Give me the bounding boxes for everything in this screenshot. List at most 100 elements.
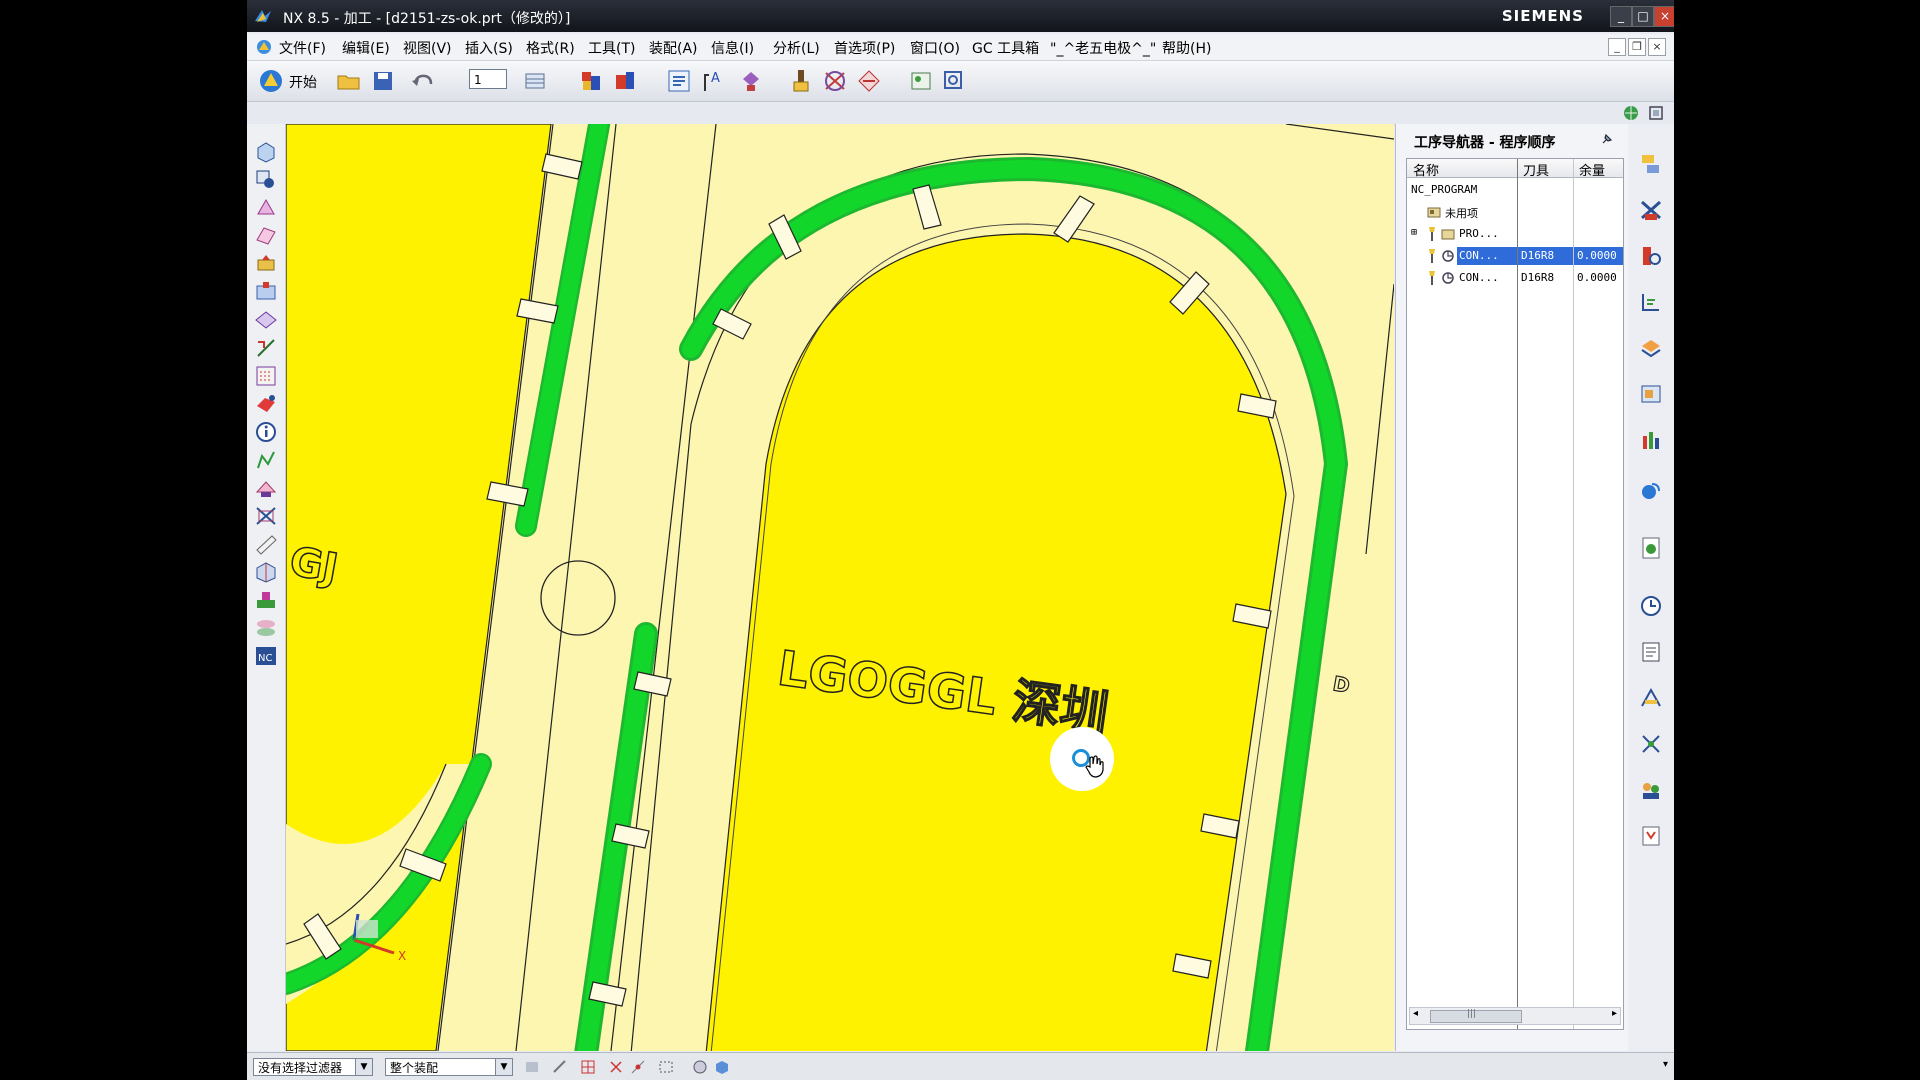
menu-preferences[interactable]: 首选项(P) [834,38,895,58]
clip-plane-icon[interactable] [855,67,883,95]
save-icon[interactable] [369,67,397,95]
palette-red-icon[interactable] [1637,822,1665,850]
solid-body-icon[interactable] [713,1058,731,1076]
snap-end-icon[interactable] [607,1058,625,1076]
hd3d-tools-icon[interactable] [1637,334,1665,362]
tree-row-unused[interactable]: 未用项 [1407,201,1623,223]
turret-icon[interactable] [252,614,280,642]
open-folder-icon[interactable] [335,67,363,95]
replay-toolpath-icon[interactable] [252,334,280,362]
assembly-navigator-icon[interactable] [577,67,605,95]
layer-settings-icon[interactable] [521,67,549,95]
create-operation-icon[interactable] [252,278,280,306]
path-analysis-icon[interactable] [252,446,280,474]
menu-help[interactable]: 帮助(H) [1162,38,1211,58]
chevron-down-icon[interactable]: ▼ [355,1059,372,1075]
snap-point-icon[interactable] [551,1058,569,1076]
tree-row-operation-selected[interactable]: CON... D16R8 0.0000 [1407,245,1623,267]
menu-assembly[interactable]: 装配(A) [649,38,698,58]
globe-icon[interactable] [1622,104,1640,122]
generate-toolpath-icon[interactable] [252,306,280,334]
history-palette-icon[interactable] [1637,426,1665,454]
menu-edit[interactable]: 编辑(E) [342,38,390,58]
graphics-viewport[interactable]: LGOGGL 深圳 GJ D X [286,124,1394,1051]
paint-bucket-icon[interactable] [737,67,765,95]
type-filter-select[interactable]: 没有选择过滤器 ▼ [253,1058,373,1076]
scroll-right-arrow-icon[interactable]: ▸ [1612,1008,1617,1019]
text-annotation-icon[interactable]: A [699,67,727,95]
status-expand-icon[interactable]: ▾ [1663,1059,1668,1070]
close-button[interactable]: × [1654,6,1674,27]
component-select-icon[interactable] [523,1058,541,1076]
roles-list-icon[interactable] [1637,638,1665,666]
fixture-icon[interactable] [252,586,280,614]
menu-analysis[interactable]: 分析(L) [773,38,820,58]
rectangle-select-icon[interactable] [657,1058,675,1076]
process-studio-icon[interactable] [1637,476,1665,504]
users-roles-icon[interactable] [1637,776,1665,804]
zoom-icon[interactable] [941,67,969,95]
nx-menu-logo-icon[interactable] [255,38,273,56]
information-icon[interactable] [252,418,280,446]
machine-tool-navigator-icon[interactable] [1637,196,1665,224]
menu-view[interactable]: 视图(V) [403,38,452,58]
horizontal-scrollbar[interactable]: ◂ ||| ▸ [1409,1007,1621,1025]
maximize-button[interactable]: □ [1632,6,1654,27]
create-tool-icon[interactable] [252,194,280,222]
hidden-objects-icon[interactable] [691,1058,709,1076]
tree-row-program[interactable]: ⊞ PRO... [1407,223,1623,245]
create-geometry-icon[interactable] [252,222,280,250]
point-on-curve-icon[interactable] [579,1058,597,1076]
orient-view-icon[interactable] [252,138,280,166]
column-header-stock[interactable]: 余量 [1579,160,1605,179]
column-header-name[interactable]: 名称 [1413,160,1439,179]
reuse-library-icon[interactable] [1637,288,1665,316]
undo-icon[interactable] [409,67,437,95]
list-toolpath-icon[interactable] [252,362,280,390]
menu-information[interactable]: 信息(I) [711,38,754,58]
menu-tools[interactable]: 工具(T) [588,38,635,58]
doc-minimize-button[interactable]: _ [1608,38,1626,56]
menu-electrode-plugin[interactable]: "_^老五电极^_" [1050,38,1156,58]
operation-navigator-tab-icon[interactable] [1637,150,1665,178]
scroll-left-arrow-icon[interactable]: ◂ [1413,1008,1418,1019]
section-view-icon[interactable] [821,67,849,95]
part-navigator-icon[interactable] [611,67,639,95]
menu-format[interactable]: 格式(R) [526,38,575,58]
menu-insert[interactable]: 插入(S) [465,38,513,58]
web-browser-icon[interactable] [1637,380,1665,408]
start-button-label[interactable]: 开始 [289,72,317,92]
menu-file[interactable]: 文件(F) [279,38,326,58]
brush-icon[interactable] [787,67,815,95]
pin-icon[interactable] [1600,132,1614,146]
doc-close-button[interactable]: × [1648,38,1666,56]
analysis-tool-icon[interactable] [1637,684,1665,712]
create-method-icon[interactable] [252,250,280,278]
menu-window[interactable]: 窗口(O) [910,38,960,58]
fit-view-icon[interactable] [1647,104,1665,122]
menu-gc-toolbox[interactable]: GC 工具箱 [972,38,1039,58]
chevron-down-icon[interactable]: ▼ [495,1059,512,1075]
post-process-icon[interactable] [252,474,280,502]
nc-output-icon[interactable]: NC [252,642,280,670]
minimize-button[interactable]: _ [1610,6,1632,27]
selection-scope-select[interactable]: 整个装配 ▼ [385,1058,513,1076]
create-program-icon[interactable] [252,166,280,194]
doc-restore-button[interactable]: ❐ [1628,38,1646,56]
selection-filter-icon[interactable] [907,67,935,95]
operation-navigator-icon[interactable] [665,67,693,95]
snap-mid-icon[interactable] [629,1058,647,1076]
clock-icon[interactable] [1637,592,1665,620]
cut-tool-icon[interactable] [1637,730,1665,758]
tree-row-nc-program[interactable]: NC_PROGRAM [1407,179,1623,201]
part-navigator-tab-icon[interactable] [1637,242,1665,270]
start-icon[interactable] [257,67,285,95]
machine-tool-icon[interactable] [252,558,280,586]
work-layer-select[interactable]: 1 [469,69,507,89]
system-materials-icon[interactable] [1637,534,1665,562]
scrollbar-thumb[interactable]: ||| [1430,1009,1522,1023]
column-header-tool[interactable]: 刀具 [1523,160,1549,179]
sheet-icon[interactable] [252,530,280,558]
cross-section-icon[interactable] [252,502,280,530]
verify-toolpath-icon[interactable] [252,390,280,418]
